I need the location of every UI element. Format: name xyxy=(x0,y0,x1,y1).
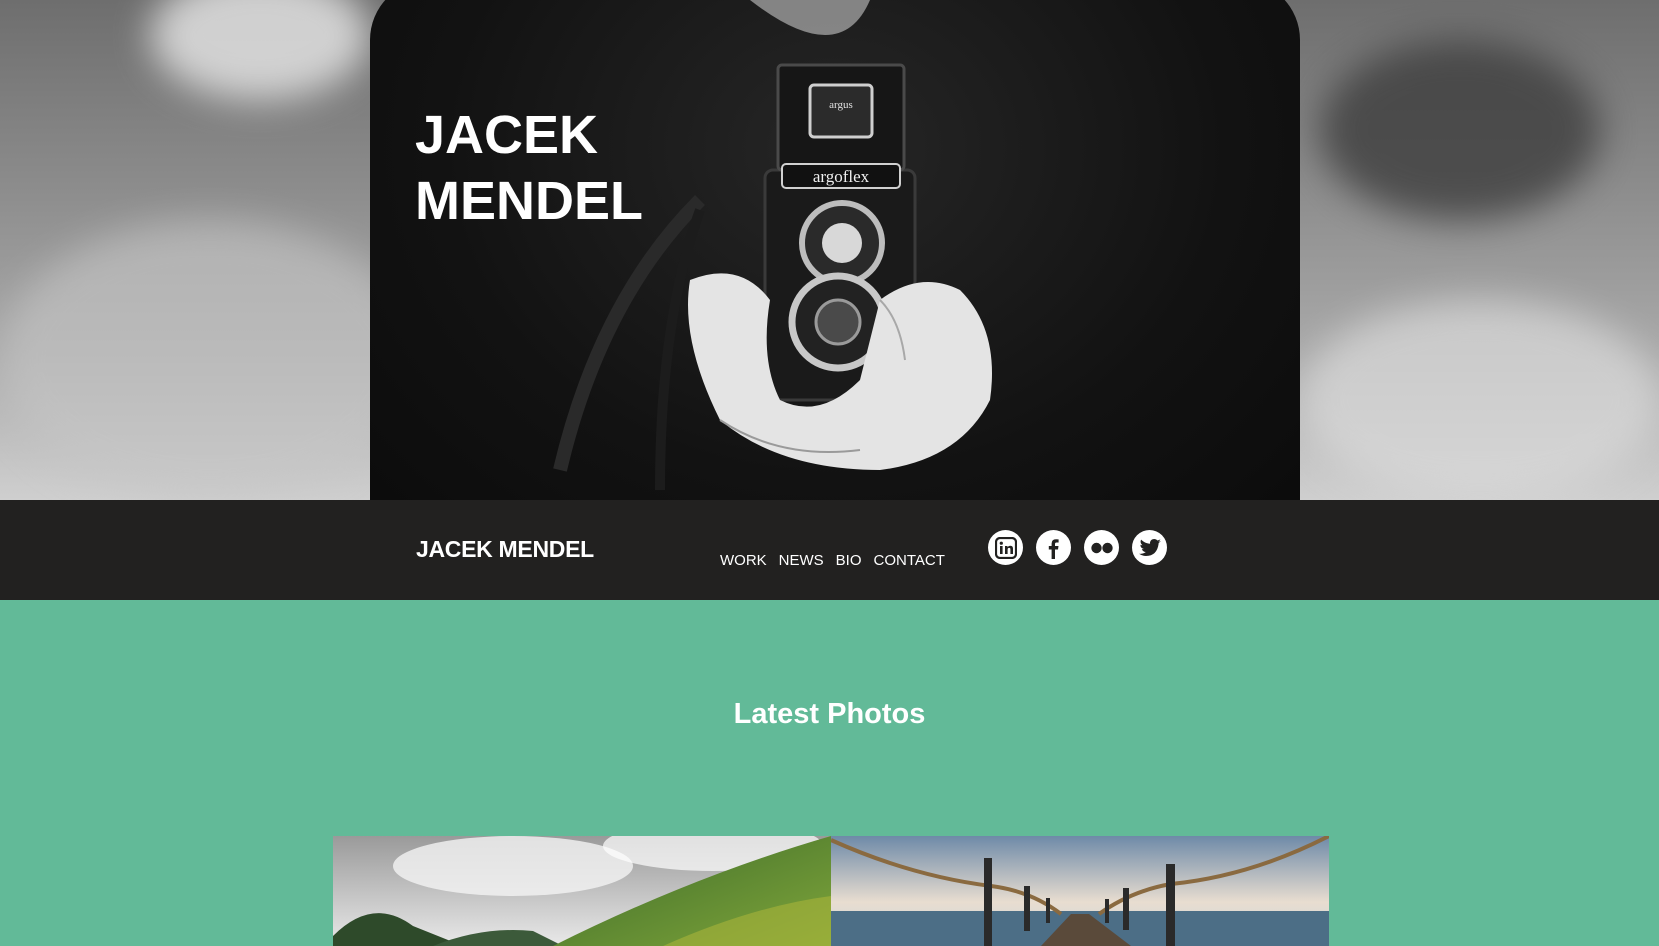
hero-title-line2: MENDEL xyxy=(415,171,643,231)
menu-item-work[interactable]: WORK xyxy=(720,552,767,569)
linkedin-icon[interactable] xyxy=(988,530,1023,565)
photo-thumb-mountains[interactable] xyxy=(333,836,831,946)
twitter-icon[interactable] xyxy=(1132,530,1167,565)
hero-title-line1: JACEK xyxy=(415,105,599,165)
camera-badge: argus xyxy=(829,99,853,111)
menu-item-news[interactable]: NEWS xyxy=(779,552,824,569)
facebook-icon[interactable] xyxy=(1036,530,1071,565)
photo-thumb-pier[interactable] xyxy=(831,836,1329,946)
main-menu: WORK NEWS BIO CONTACT xyxy=(720,552,945,569)
flickr-icon[interactable] xyxy=(1084,530,1119,565)
latest-photos-section: Latest Photos xyxy=(0,600,1659,946)
hero-title: JACEK MENDEL xyxy=(415,102,643,234)
menu-item-contact[interactable]: CONTACT xyxy=(874,552,945,569)
photo-grid xyxy=(333,836,1329,946)
hero-banner: argus argoflex JACEK MENDEL xyxy=(0,0,1659,500)
latest-photos-heading: Latest Photos xyxy=(733,698,926,730)
hero-camera-photo: argus argoflex xyxy=(553,0,992,491)
camera-label: argoflex xyxy=(813,167,870,186)
top-navbar: JACEK MENDEL WORK NEWS BIO CONTACT xyxy=(0,500,1659,600)
social-links xyxy=(988,530,1167,565)
brand-logo[interactable]: JACEK MENDEL xyxy=(416,536,594,563)
menu-item-bio[interactable]: BIO xyxy=(836,552,862,569)
